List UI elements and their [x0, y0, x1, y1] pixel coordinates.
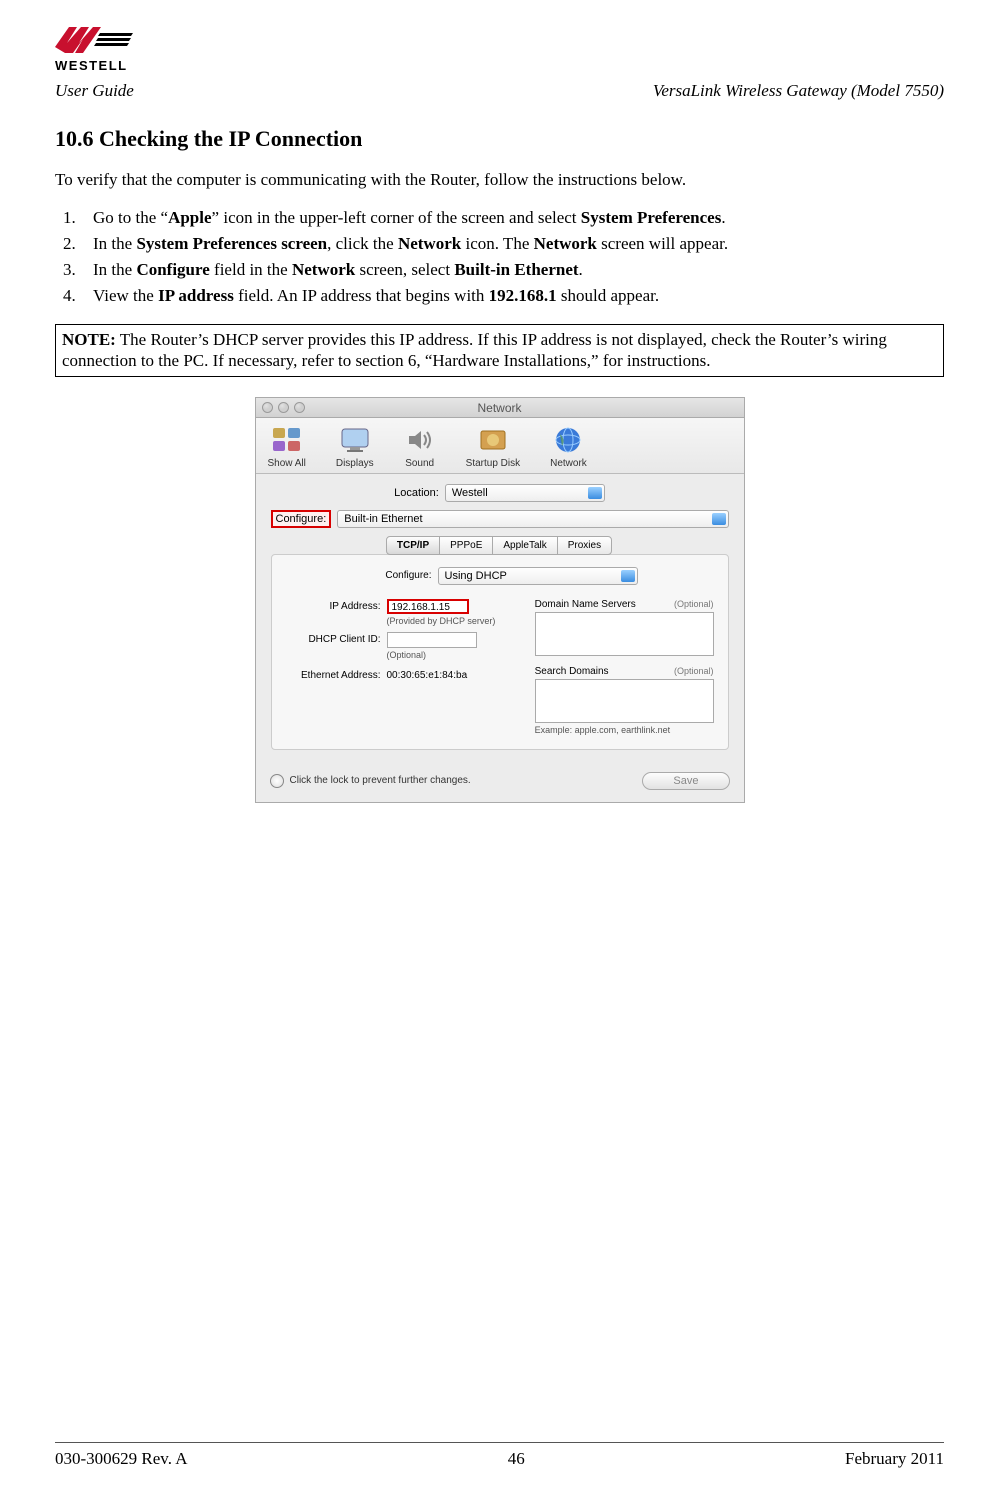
step-1: 1. Go to the “Apple” icon in the upper-l…	[63, 208, 944, 228]
configure-select[interactable]: Built-in Ethernet	[337, 510, 728, 528]
zoom-icon[interactable]	[294, 402, 305, 413]
display-icon	[339, 424, 371, 456]
footer-left: 030-300629 Rev. A	[55, 1449, 188, 1469]
inner-configure-select[interactable]: Using DHCP	[438, 567, 638, 585]
tcpip-panel: Configure: Using DHCP IP Address: 192.16…	[271, 554, 729, 750]
ip-provided-note: (Provided by DHCP server)	[387, 616, 517, 626]
search-optional: (Optional)	[674, 666, 714, 677]
tab-appletalk[interactable]: AppleTalk	[492, 536, 557, 555]
note-label: NOTE:	[62, 330, 116, 349]
search-domains-label: Search Domains	[535, 666, 609, 677]
location-select[interactable]: Westell	[445, 484, 605, 502]
ethernet-address-value: 00:30:65:e1:84:ba	[387, 670, 468, 681]
close-icon[interactable]	[262, 402, 273, 413]
window-title: Network	[477, 401, 521, 415]
toolbar-show-all[interactable]: Show All	[268, 424, 306, 469]
ip-address-label: IP Address:	[286, 601, 381, 612]
window-titlebar: Network	[256, 398, 744, 418]
page-footer: 030-300629 Rev. A 46 February 2011	[55, 1442, 944, 1469]
search-domains-textarea[interactable]	[535, 679, 714, 723]
grid-icon	[271, 424, 303, 456]
brand-logo	[55, 25, 944, 57]
note-box: NOTE: The Router’s DHCP server provides …	[55, 324, 944, 377]
tab-pppoe[interactable]: PPPoE	[439, 536, 493, 555]
westell-logo-mark	[55, 25, 135, 57]
brand-name: WESTELL	[55, 58, 944, 73]
toolbar-sound[interactable]: Sound	[404, 424, 436, 469]
dns-textarea[interactable]	[535, 612, 714, 656]
tab-proxies[interactable]: Proxies	[557, 536, 612, 555]
startup-disk-icon	[477, 424, 509, 456]
note-text: The Router’s DHCP server provides this I…	[62, 330, 887, 370]
toolbar-network[interactable]: Network	[550, 424, 587, 469]
globe-icon	[552, 424, 584, 456]
instruction-list: 1. Go to the “Apple” icon in the upper-l…	[63, 208, 944, 306]
header-right: VersaLink Wireless Gateway (Model 7550)	[653, 81, 944, 101]
step-3: 3. In the Configure field in the Network…	[63, 260, 944, 280]
lock-icon	[270, 774, 284, 788]
dns-label: Domain Name Servers	[535, 599, 636, 610]
dhcp-client-label: DHCP Client ID:	[286, 634, 381, 645]
toolbar-startup-disk[interactable]: Startup Disk	[466, 424, 520, 469]
minimize-icon[interactable]	[278, 402, 289, 413]
tab-bar: TCP/IP PPPoE AppleTalk Proxies	[271, 536, 729, 555]
header-left: User Guide	[55, 81, 134, 101]
section-heading: 10.6 Checking the IP Connection	[55, 126, 944, 152]
section-number: 10.6	[55, 126, 94, 151]
mac-network-screenshot: Network Show All Displays Sound Startup …	[255, 397, 745, 803]
location-label: Location:	[394, 487, 439, 499]
dhcp-optional-note: (Optional)	[387, 650, 517, 660]
panel-body: Location: Westell Configure: Built-in Et…	[256, 474, 744, 762]
footer-page-number: 46	[508, 1449, 525, 1469]
lock-area[interactable]: Click the lock to prevent further change…	[270, 774, 471, 788]
tab-tcpip[interactable]: TCP/IP	[386, 536, 440, 555]
doc-header: User Guide VersaLink Wireless Gateway (M…	[55, 81, 944, 101]
prefs-toolbar: Show All Displays Sound Startup Disk Net…	[256, 418, 744, 474]
traffic-lights	[262, 402, 305, 413]
save-button[interactable]: Save	[642, 772, 729, 790]
toolbar-displays[interactable]: Displays	[336, 424, 374, 469]
ip-address-value-highlighted: 192.168.1.15	[387, 599, 469, 614]
configure-label-highlighted: Configure:	[271, 510, 332, 528]
step-2: 2. In the System Preferences screen, cli…	[63, 234, 944, 254]
section-title: Checking the IP Connection	[99, 126, 362, 151]
dns-optional: (Optional)	[674, 599, 714, 610]
inner-configure-label: Configure:	[362, 570, 432, 581]
example-text: Example: apple.com, earthlink.net	[535, 725, 714, 735]
sound-icon	[404, 424, 436, 456]
window-bottom-bar: Click the lock to prevent further change…	[256, 762, 744, 802]
lock-text: Click the lock to prevent further change…	[290, 775, 471, 786]
step-4: 4. View the IP address field. An IP addr…	[63, 286, 944, 306]
footer-right: February 2011	[845, 1449, 944, 1469]
intro-paragraph: To verify that the computer is communica…	[55, 170, 944, 190]
dhcp-client-input[interactable]	[387, 632, 477, 648]
ethernet-address-label: Ethernet Address:	[286, 670, 381, 681]
